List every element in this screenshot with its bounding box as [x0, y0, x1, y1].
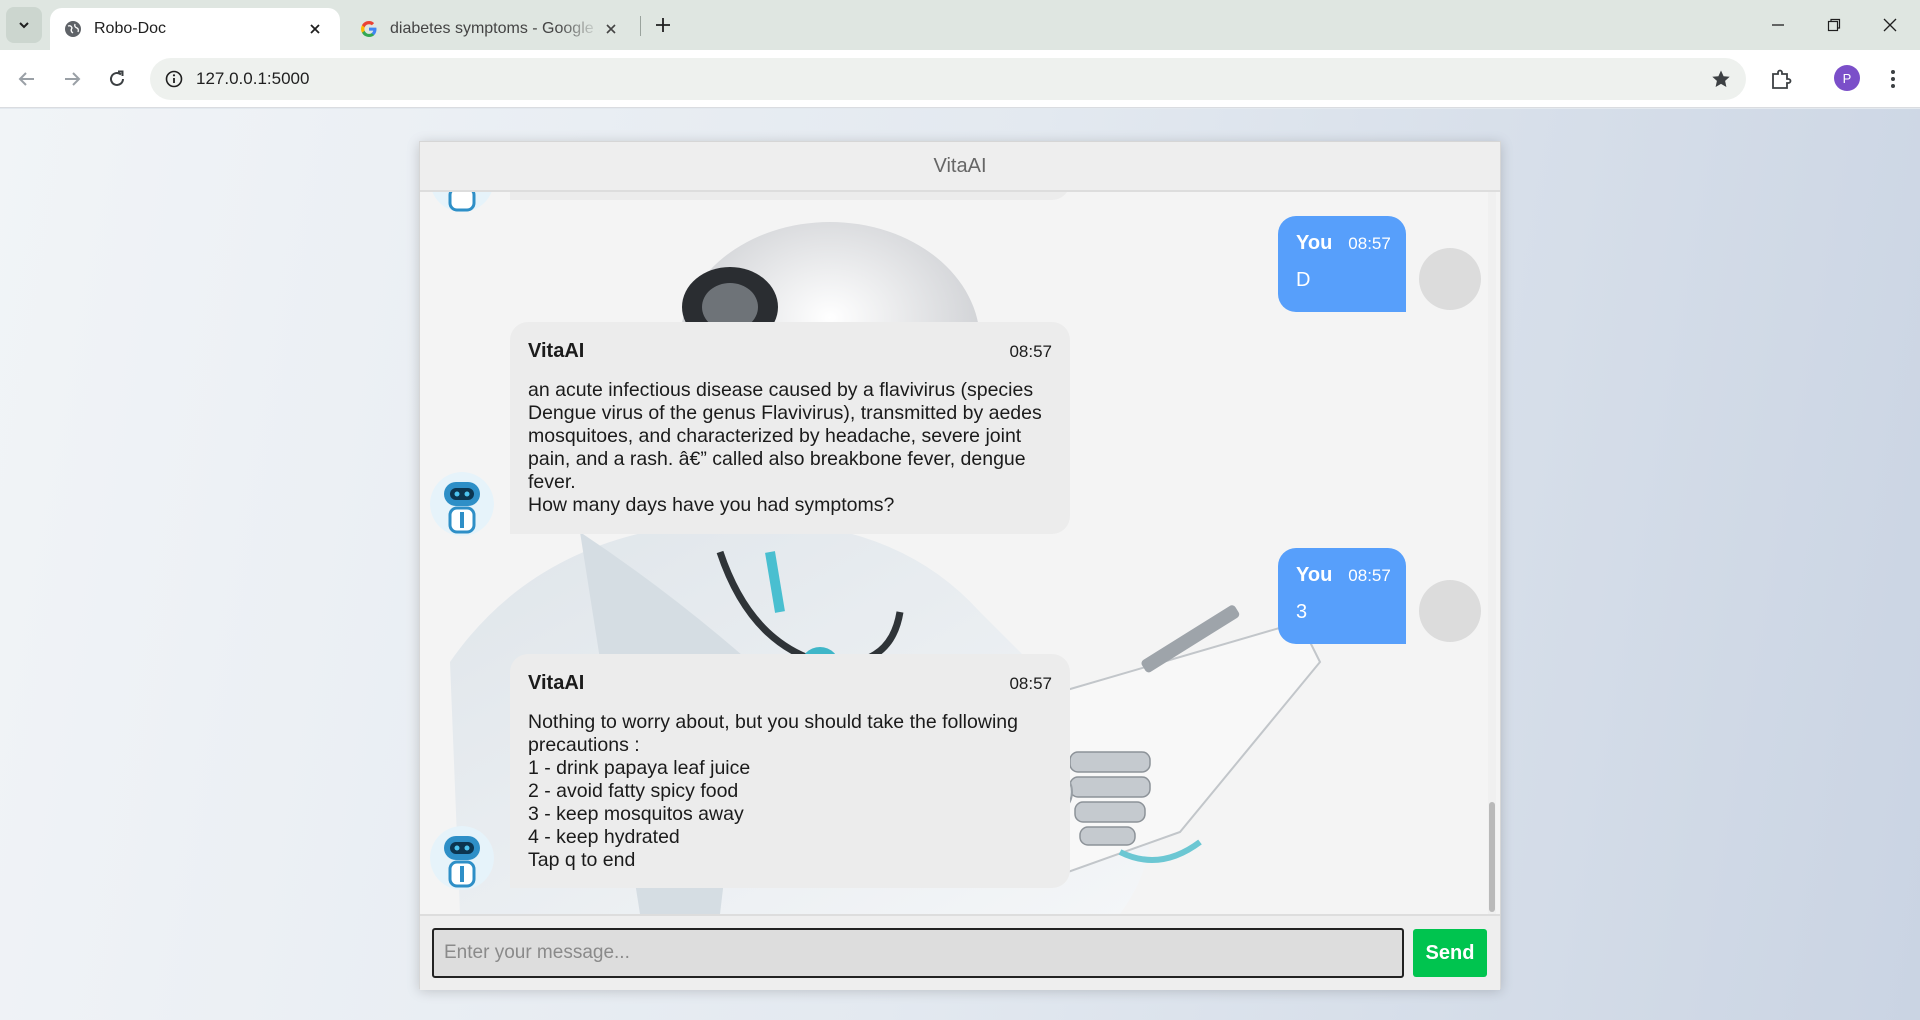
- globe-icon: [65, 21, 81, 37]
- more-vert-icon: [1891, 70, 1895, 88]
- browser-toolbar: 127.0.0.1:5000 P: [0, 50, 1920, 108]
- restore-icon: [1827, 18, 1841, 32]
- bot-avatar: [430, 826, 494, 890]
- chat-scrollbar[interactable]: [1488, 192, 1496, 914]
- forward-button[interactable]: [55, 62, 89, 96]
- send-button[interactable]: Send: [1413, 929, 1487, 977]
- back-button[interactable]: [10, 62, 44, 96]
- bot-message-bubble: VitaAI 08:57 an acute infectious disease…: [510, 322, 1070, 534]
- close-icon: [1883, 18, 1897, 32]
- menu-button[interactable]: [1876, 62, 1910, 96]
- message-sender: VitaAI: [528, 672, 585, 694]
- puzzle-icon: [1772, 69, 1792, 89]
- close-tab-icon[interactable]: [304, 18, 326, 40]
- scrollbar-thumb[interactable]: [1489, 802, 1495, 912]
- url-text: 127.0.0.1:5000: [196, 69, 310, 88]
- arrow-left-icon: [18, 72, 34, 86]
- chat-title: VitaAI: [420, 142, 1500, 192]
- tab-search-button[interactable]: [6, 7, 42, 43]
- message-form: Send: [420, 914, 1500, 990]
- message-text: D: [1296, 269, 1311, 291]
- minimize-button[interactable]: [1750, 0, 1806, 50]
- info-icon: [165, 70, 183, 88]
- arrow-right-icon: [65, 72, 81, 86]
- message-time: 08:57: [1348, 566, 1391, 585]
- message-time: 08:57: [1348, 234, 1391, 253]
- reload-icon: [110, 70, 124, 86]
- profile-initial: P: [1842, 70, 1852, 86]
- tab-separator: [640, 16, 641, 36]
- bot-avatar: [430, 472, 494, 536]
- tab-google-search[interactable]: diabetes symptoms - Google Search: [346, 8, 636, 50]
- page-viewport: VitaAI You 08:57 D VitaAI 08:57 an acute…: [0, 109, 1920, 1020]
- user-avatar: [1419, 580, 1481, 642]
- minimize-icon: [1772, 24, 1784, 26]
- message-time: 08:57: [1009, 673, 1052, 693]
- google-icon: [361, 21, 377, 37]
- close-window-button[interactable]: [1862, 0, 1918, 50]
- star-icon: [1712, 70, 1730, 87]
- message-text: Nothing to worry about, but you should t…: [528, 711, 1018, 871]
- user-message-bubble: You 08:57 3: [1278, 548, 1406, 644]
- previous-message-bubble: [510, 192, 1070, 200]
- message-input[interactable]: [432, 928, 1404, 978]
- tab-title: Robo-Doc: [94, 20, 167, 37]
- tab-strip: Robo-Doc diabetes symptoms - Google Sear…: [0, 0, 1920, 50]
- user-message-bubble: You 08:57 D: [1278, 216, 1406, 312]
- restore-button[interactable]: [1806, 0, 1862, 50]
- message-text: an acute infectious disease caused by a …: [528, 379, 1042, 516]
- profile-avatar[interactable]: P: [1834, 65, 1860, 91]
- extensions-button[interactable]: [1764, 62, 1798, 96]
- reload-button[interactable]: [100, 62, 134, 96]
- user-avatar: [1419, 248, 1481, 310]
- close-tab-icon[interactable]: [600, 18, 622, 40]
- tab-title: diabetes symptoms - Google Search: [390, 20, 600, 37]
- new-tab-button[interactable]: [648, 8, 678, 42]
- message-time: 08:57: [1009, 341, 1052, 361]
- message-sender: You: [1296, 564, 1333, 586]
- message-sender: VitaAI: [528, 340, 585, 362]
- bookmark-button[interactable]: [1708, 66, 1734, 92]
- site-info-button[interactable]: [160, 65, 188, 93]
- chat-messages[interactable]: You 08:57 D VitaAI 08:57 an acute infect…: [420, 192, 1500, 914]
- robot-avatar-icon: [430, 826, 494, 890]
- message-text: 3: [1296, 601, 1308, 623]
- message-sender: You: [1296, 232, 1333, 254]
- address-bar[interactable]: 127.0.0.1:5000: [150, 58, 1746, 100]
- chat-window: VitaAI You 08:57 D VitaAI 08:57 an acute…: [419, 141, 1501, 990]
- plus-icon: [656, 18, 670, 32]
- robot-avatar-icon: [430, 472, 494, 536]
- tab-robo-doc[interactable]: Robo-Doc: [50, 8, 340, 50]
- bot-message-bubble: VitaAI 08:57 Nothing to worry about, but…: [510, 654, 1070, 888]
- chevron-down-icon: [19, 22, 29, 29]
